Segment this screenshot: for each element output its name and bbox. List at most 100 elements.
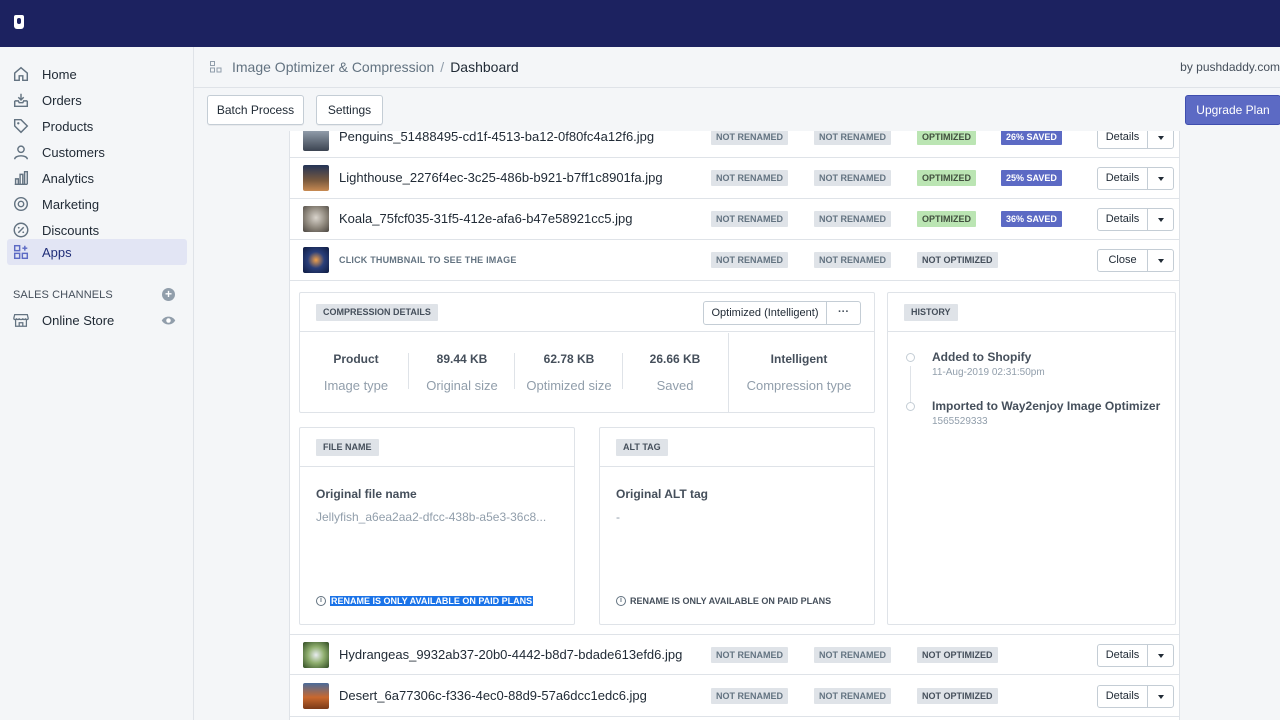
details-button[interactable]: Details: [1097, 131, 1174, 149]
image-list-card: Penguins_51488495-cd1f-4513-ba12-0f80fc4…: [289, 131, 1180, 720]
table-row: Lighthouse_2276f4ec-3c25-486b-b921-b7ff1…: [290, 158, 1179, 199]
table-row-expanded: CLICK THUMBNAIL TO SEE THE IMAGE NOT REN…: [290, 240, 1179, 281]
page-title: Dashboard: [450, 59, 519, 75]
breadcrumb-app-link[interactable]: Image Optimizer & Compression: [232, 59, 434, 75]
chevron-down-icon[interactable]: [1148, 645, 1173, 666]
batch-process-button[interactable]: Batch Process: [207, 95, 304, 125]
developer-link[interactable]: by pushdaddy.com: [1180, 60, 1280, 74]
chevron-down-icon[interactable]: [1148, 250, 1173, 271]
sidebar-item-customers[interactable]: Customers: [7, 139, 187, 165]
compression-details-panel: COMPRESSION DETAILS Optimized (Intellige…: [299, 292, 875, 413]
stat-saved: 26.66 KB Saved: [649, 352, 701, 393]
sidebar-item-analytics[interactable]: Analytics: [7, 165, 187, 191]
info-icon: i: [316, 596, 326, 606]
table-row: Penguins_51488495-cd1f-4513-ba12-0f80fc4…: [290, 131, 1179, 158]
original-file-name-label: Original file name: [316, 487, 417, 501]
image-thumbnail[interactable]: [303, 131, 329, 151]
sidebar-item-label: Customers: [42, 144, 105, 160]
details-button[interactable]: Details: [1097, 208, 1174, 231]
sidebar-item-label: Home: [42, 66, 77, 82]
optimization-status-badge: NOT OPTIMIZED: [917, 252, 998, 268]
tag-icon: [11, 116, 31, 136]
rename-note-text: RENAME IS ONLY AVAILABLE ON PAID PLANS: [630, 596, 832, 606]
image-thumbnail[interactable]: [303, 247, 329, 273]
more-options-icon[interactable]: ···: [827, 302, 860, 324]
sidebar-item-label: Online Store: [42, 312, 115, 328]
sidebar-item-home[interactable]: Home: [7, 61, 187, 87]
table-row: Desert_6a77306c-f336-4ec0-88d9-57a6dcc1e…: [290, 676, 1179, 717]
orders-icon: [11, 90, 31, 110]
person-icon: [11, 142, 31, 162]
image-thumbnail[interactable]: [303, 206, 329, 232]
close-button[interactable]: Close: [1097, 249, 1174, 272]
image-thumbnail[interactable]: [303, 165, 329, 191]
sidebar-item-marketing[interactable]: Marketing: [7, 191, 187, 217]
alt-status-badge: NOT RENAMED: [814, 131, 891, 145]
image-thumbnail[interactable]: [303, 642, 329, 668]
chevron-down-icon[interactable]: [1148, 209, 1173, 230]
stat-divider: [408, 353, 409, 389]
optimization-status-badge: OPTIMIZED: [917, 131, 976, 145]
history-item: Imported to Way2enjoy Image Optimizer 15…: [932, 399, 1161, 427]
home-icon: [11, 64, 31, 84]
compression-mode-label: Optimized (Intelligent): [704, 302, 827, 324]
eye-icon[interactable]: [161, 313, 176, 331]
sidebar-item-label: Discounts: [42, 222, 100, 238]
file-name: Desert_6a77306c-f336-4ec0-88d9-57a6dcc1e…: [339, 688, 647, 703]
details-button[interactable]: Details: [1097, 167, 1174, 190]
stat-divider: [622, 353, 623, 389]
name-status-badge: NOT RENAMED: [711, 688, 788, 704]
optimization-status-badge: OPTIMIZED: [917, 211, 976, 227]
sidebar-item-apps[interactable]: Apps: [7, 239, 187, 265]
chevron-down-icon[interactable]: [1148, 131, 1173, 148]
file-name: Lighthouse_2276f4ec-3c25-486b-b921-b7ff1…: [339, 170, 663, 185]
target-icon: [11, 194, 31, 214]
file-name: Hydrangeas_9932ab37-20b0-4442-b8d7-bdade…: [339, 647, 683, 662]
file-name: Koala_75fcf035-31f5-412e-afa6-b47e58921c…: [339, 211, 633, 226]
alt-status-badge: NOT RENAMED: [814, 252, 891, 268]
file-name: Penguins_51488495-cd1f-4513-ba12-0f80fc4…: [339, 131, 655, 144]
sidebar-item-label: Analytics: [42, 170, 95, 186]
alt-status-badge: NOT RENAMED: [814, 170, 891, 186]
rename-note: i RENAME IS ONLY AVAILABLE ON PAID PLANS: [316, 596, 534, 606]
alt-status-badge: NOT RENAMED: [814, 647, 891, 663]
stat-image-type: Product Image type: [323, 352, 389, 393]
sidebar-item-products[interactable]: Products: [7, 113, 187, 139]
file-name-panel: FILE NAME Original file name Jellyfish_a…: [299, 427, 575, 625]
name-status-badge: NOT RENAMED: [711, 211, 788, 227]
sidebar-item-label: Apps: [42, 244, 72, 260]
alt-status-badge: NOT RENAMED: [814, 688, 891, 704]
sidebar-item-online-store[interactable]: Online Store: [7, 307, 187, 333]
sidebar-item-label: Products: [42, 118, 94, 134]
add-channel-plus-icon[interactable]: +: [162, 288, 175, 301]
details-label: Details: [1098, 209, 1148, 230]
image-thumbnail[interactable]: [303, 683, 329, 709]
original-file-name-value: Jellyfish_a6ea2aa2-dfcc-438b-a5e3-36c8..…: [316, 510, 547, 524]
breadcrumb: Image Optimizer & Compression / Dashboar…: [210, 59, 519, 75]
sidebar-item-label: Marketing: [42, 196, 100, 212]
panel-header: HISTORY: [888, 293, 1175, 332]
compression-mode-select[interactable]: Optimized (Intelligent) ···: [703, 301, 861, 325]
timeline-dot: [906, 353, 915, 362]
name-status-badge: NOT RENAMED: [711, 647, 788, 663]
table-row: Hydrangeas_9932ab37-20b0-4442-b8d7-bdade…: [290, 634, 1179, 675]
shopify-logo-icon[interactable]: [14, 15, 24, 29]
sidebar-item-orders[interactable]: Orders: [7, 87, 187, 113]
chevron-down-icon[interactable]: [1148, 168, 1173, 189]
history-item: Added to Shopify 11-Aug-2019 02:31:50pm: [932, 350, 1045, 378]
compression-details-tag: COMPRESSION DETAILS: [316, 304, 438, 321]
app-icon: [210, 61, 222, 73]
name-status-badge: NOT RENAMED: [711, 170, 788, 186]
upgrade-plan-button[interactable]: Upgrade Plan: [1185, 95, 1280, 125]
chevron-down-icon[interactable]: [1148, 686, 1173, 707]
file-name-tag: FILE NAME: [316, 439, 379, 456]
timeline-dot: [906, 402, 915, 411]
details-label: Details: [1098, 131, 1148, 148]
name-status-badge: NOT RENAMED: [711, 131, 788, 145]
details-button[interactable]: Details: [1097, 685, 1174, 708]
settings-button[interactable]: Settings: [316, 95, 383, 125]
thumbnail-hint: CLICK THUMBNAIL TO SEE THE IMAGE: [339, 255, 517, 265]
close-label: Close: [1098, 250, 1148, 271]
sales-channels-heading: SALES CHANNELS: [13, 289, 113, 301]
details-button[interactable]: Details: [1097, 644, 1174, 667]
